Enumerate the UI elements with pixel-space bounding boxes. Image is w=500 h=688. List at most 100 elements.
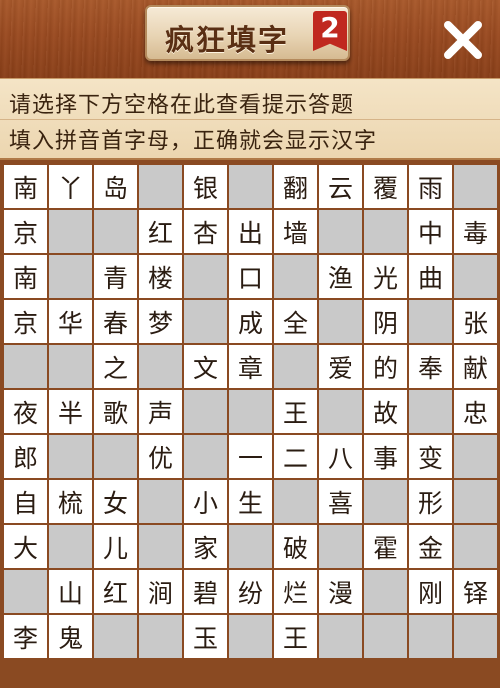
grid-cell-filled[interactable]: 女	[94, 480, 137, 523]
grid-cell-filled[interactable]: 生	[229, 480, 272, 523]
grid-cell-empty[interactable]	[184, 435, 227, 478]
grid-cell-filled[interactable]: 变	[409, 435, 452, 478]
grid-cell-filled[interactable]: 歌	[94, 390, 137, 433]
grid-cell-empty[interactable]	[454, 435, 497, 478]
grid-cell-empty[interactable]	[49, 210, 92, 253]
grid-cell-empty[interactable]	[49, 435, 92, 478]
grid-cell-filled[interactable]: 云	[319, 165, 362, 208]
grid-cell-empty[interactable]	[274, 345, 317, 388]
grid-cell-empty[interactable]	[454, 165, 497, 208]
grid-cell-filled[interactable]: 霍	[364, 525, 407, 568]
grid-cell-filled[interactable]: 破	[274, 525, 317, 568]
grid-cell-filled[interactable]: 儿	[94, 525, 137, 568]
grid-cell-filled[interactable]: 光	[364, 255, 407, 298]
grid-cell-filled[interactable]: 形	[409, 480, 452, 523]
grid-cell-empty[interactable]	[184, 300, 227, 343]
grid-cell-filled[interactable]: 碧	[184, 570, 227, 613]
grid-cell-filled[interactable]: 夜	[4, 390, 47, 433]
grid-cell-empty[interactable]	[49, 345, 92, 388]
grid-cell-empty[interactable]	[184, 255, 227, 298]
grid-cell-filled[interactable]: 成	[229, 300, 272, 343]
grid-cell-empty[interactable]	[139, 165, 182, 208]
grid-cell-filled[interactable]: 章	[229, 345, 272, 388]
grid-cell-empty[interactable]	[139, 615, 182, 658]
grid-cell-filled[interactable]: 丫	[49, 165, 92, 208]
grid-cell-filled[interactable]: 献	[454, 345, 497, 388]
grid-cell-filled[interactable]: 声	[139, 390, 182, 433]
grid-cell-filled[interactable]: 忠	[454, 390, 497, 433]
grid-cell-filled[interactable]: 小	[184, 480, 227, 523]
grid-cell-filled[interactable]: 涧	[139, 570, 182, 613]
grid-cell-filled[interactable]: 南	[4, 255, 47, 298]
grid-cell-empty[interactable]	[229, 615, 272, 658]
grid-cell-filled[interactable]: 阴	[364, 300, 407, 343]
grid-cell-filled[interactable]: 春	[94, 300, 137, 343]
grid-cell-empty[interactable]	[319, 210, 362, 253]
grid-cell-filled[interactable]: 半	[49, 390, 92, 433]
grid-cell-filled[interactable]: 爱	[319, 345, 362, 388]
grid-cell-filled[interactable]: 烂	[274, 570, 317, 613]
grid-cell-empty[interactable]	[364, 570, 407, 613]
grid-cell-filled[interactable]: 纷	[229, 570, 272, 613]
grid-cell-empty[interactable]	[184, 390, 227, 433]
grid-cell-empty[interactable]	[319, 615, 362, 658]
grid-cell-filled[interactable]: 青	[94, 255, 137, 298]
grid-cell-filled[interactable]: 毒	[454, 210, 497, 253]
grid-cell-filled[interactable]: 雨	[409, 165, 452, 208]
grid-cell-empty[interactable]	[364, 615, 407, 658]
grid-cell-filled[interactable]: 曲	[409, 255, 452, 298]
grid-cell-empty[interactable]	[454, 525, 497, 568]
grid-cell-filled[interactable]: 家	[184, 525, 227, 568]
grid-cell-filled[interactable]: 文	[184, 345, 227, 388]
grid-cell-filled[interactable]: 漫	[319, 570, 362, 613]
grid-cell-filled[interactable]: 红	[94, 570, 137, 613]
grid-cell-filled[interactable]: 出	[229, 210, 272, 253]
grid-cell-filled[interactable]: 京	[4, 300, 47, 343]
grid-cell-empty[interactable]	[274, 480, 317, 523]
grid-cell-empty[interactable]	[319, 300, 362, 343]
grid-cell-filled[interactable]: 李	[4, 615, 47, 658]
close-button[interactable]	[438, 15, 488, 65]
grid-cell-empty[interactable]	[409, 615, 452, 658]
grid-cell-filled[interactable]: 山	[49, 570, 92, 613]
grid-cell-filled[interactable]: 张	[454, 300, 497, 343]
grid-cell-filled[interactable]: 南	[4, 165, 47, 208]
grid-cell-empty[interactable]	[49, 255, 92, 298]
grid-cell-empty[interactable]	[229, 525, 272, 568]
grid-cell-filled[interactable]: 玉	[184, 615, 227, 658]
grid-cell-filled[interactable]: 金	[409, 525, 452, 568]
grid-cell-filled[interactable]: 梦	[139, 300, 182, 343]
grid-cell-empty[interactable]	[319, 525, 362, 568]
grid-cell-empty[interactable]	[139, 525, 182, 568]
grid-cell-empty[interactable]	[454, 255, 497, 298]
grid-cell-filled[interactable]: 铎	[454, 570, 497, 613]
grid-cell-empty[interactable]	[229, 390, 272, 433]
grid-cell-filled[interactable]: 华	[49, 300, 92, 343]
grid-cell-filled[interactable]: 一	[229, 435, 272, 478]
grid-cell-empty[interactable]	[4, 345, 47, 388]
grid-cell-filled[interactable]: 郎	[4, 435, 47, 478]
grid-cell-filled[interactable]: 的	[364, 345, 407, 388]
grid-cell-empty[interactable]	[364, 480, 407, 523]
grid-cell-filled[interactable]: 中	[409, 210, 452, 253]
grid-cell-filled[interactable]: 奉	[409, 345, 452, 388]
grid-cell-filled[interactable]: 二	[274, 435, 317, 478]
grid-cell-empty[interactable]	[229, 165, 272, 208]
grid-cell-empty[interactable]	[274, 255, 317, 298]
grid-cell-filled[interactable]: 鬼	[49, 615, 92, 658]
grid-cell-filled[interactable]: 全	[274, 300, 317, 343]
grid-cell-filled[interactable]: 渔	[319, 255, 362, 298]
grid-cell-empty[interactable]	[364, 210, 407, 253]
grid-cell-filled[interactable]: 故	[364, 390, 407, 433]
grid-cell-filled[interactable]: 之	[94, 345, 137, 388]
grid-cell-filled[interactable]: 优	[139, 435, 182, 478]
grid-cell-filled[interactable]: 楼	[139, 255, 182, 298]
grid-cell-filled[interactable]: 事	[364, 435, 407, 478]
grid-cell-filled[interactable]: 银	[184, 165, 227, 208]
grid-cell-empty[interactable]	[409, 390, 452, 433]
grid-cell-filled[interactable]: 口	[229, 255, 272, 298]
grid-cell-empty[interactable]	[139, 345, 182, 388]
grid-cell-empty[interactable]	[94, 435, 137, 478]
grid-cell-filled[interactable]: 岛	[94, 165, 137, 208]
grid-cell-filled[interactable]: 覆	[364, 165, 407, 208]
